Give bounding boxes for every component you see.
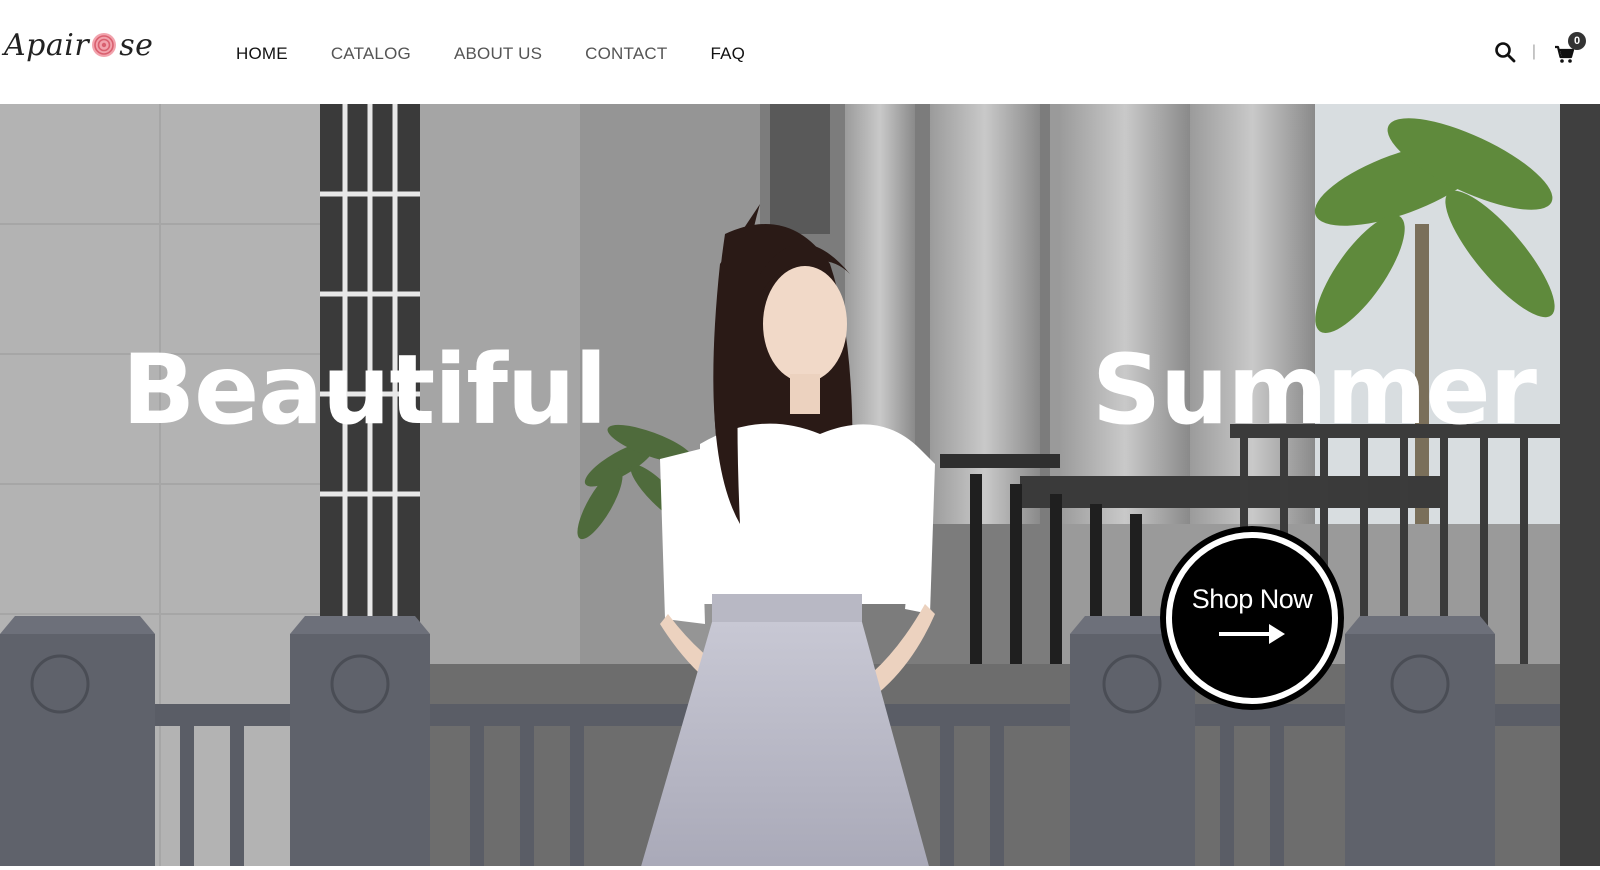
nav-faq[interactable]: FAQ xyxy=(710,44,745,64)
shop-now-label: Shop Now xyxy=(1191,583,1313,614)
nav-catalog[interactable]: CATALOG xyxy=(331,44,411,64)
site-header: Apair se HOME CATALOG ABOUT US CONTACT F… xyxy=(0,0,1600,104)
logo-text-left: Apair xyxy=(4,27,90,63)
tools-separator: | xyxy=(1531,43,1536,60)
main-nav: HOME CATALOG ABOUT US CONTACT FAQ xyxy=(236,44,788,64)
hero-photo xyxy=(0,104,1600,870)
rose-icon xyxy=(92,33,117,57)
cart-count-badge: 0 xyxy=(1568,32,1586,50)
page-bottom-strip xyxy=(0,866,1600,870)
hero-word-right: Summer xyxy=(1092,334,1537,446)
brand-logo[interactable]: Apair se xyxy=(4,22,154,68)
shop-now-button[interactable]: Shop Now xyxy=(1166,532,1338,704)
search-icon[interactable] xyxy=(1494,41,1516,63)
nav-contact[interactable]: CONTACT xyxy=(585,44,667,64)
header-tools: | 0 xyxy=(1494,32,1586,64)
hero-word-left: Beautiful xyxy=(122,334,607,446)
hero-banner: Beautiful Summer Shop Now xyxy=(0,104,1600,870)
cart-button[interactable]: 0 xyxy=(1554,32,1586,64)
nav-about-us[interactable]: ABOUT US xyxy=(454,44,542,64)
arrow-right-icon xyxy=(1219,623,1285,644)
nav-home[interactable]: HOME xyxy=(236,44,288,64)
logo-text-right: se xyxy=(119,27,154,63)
